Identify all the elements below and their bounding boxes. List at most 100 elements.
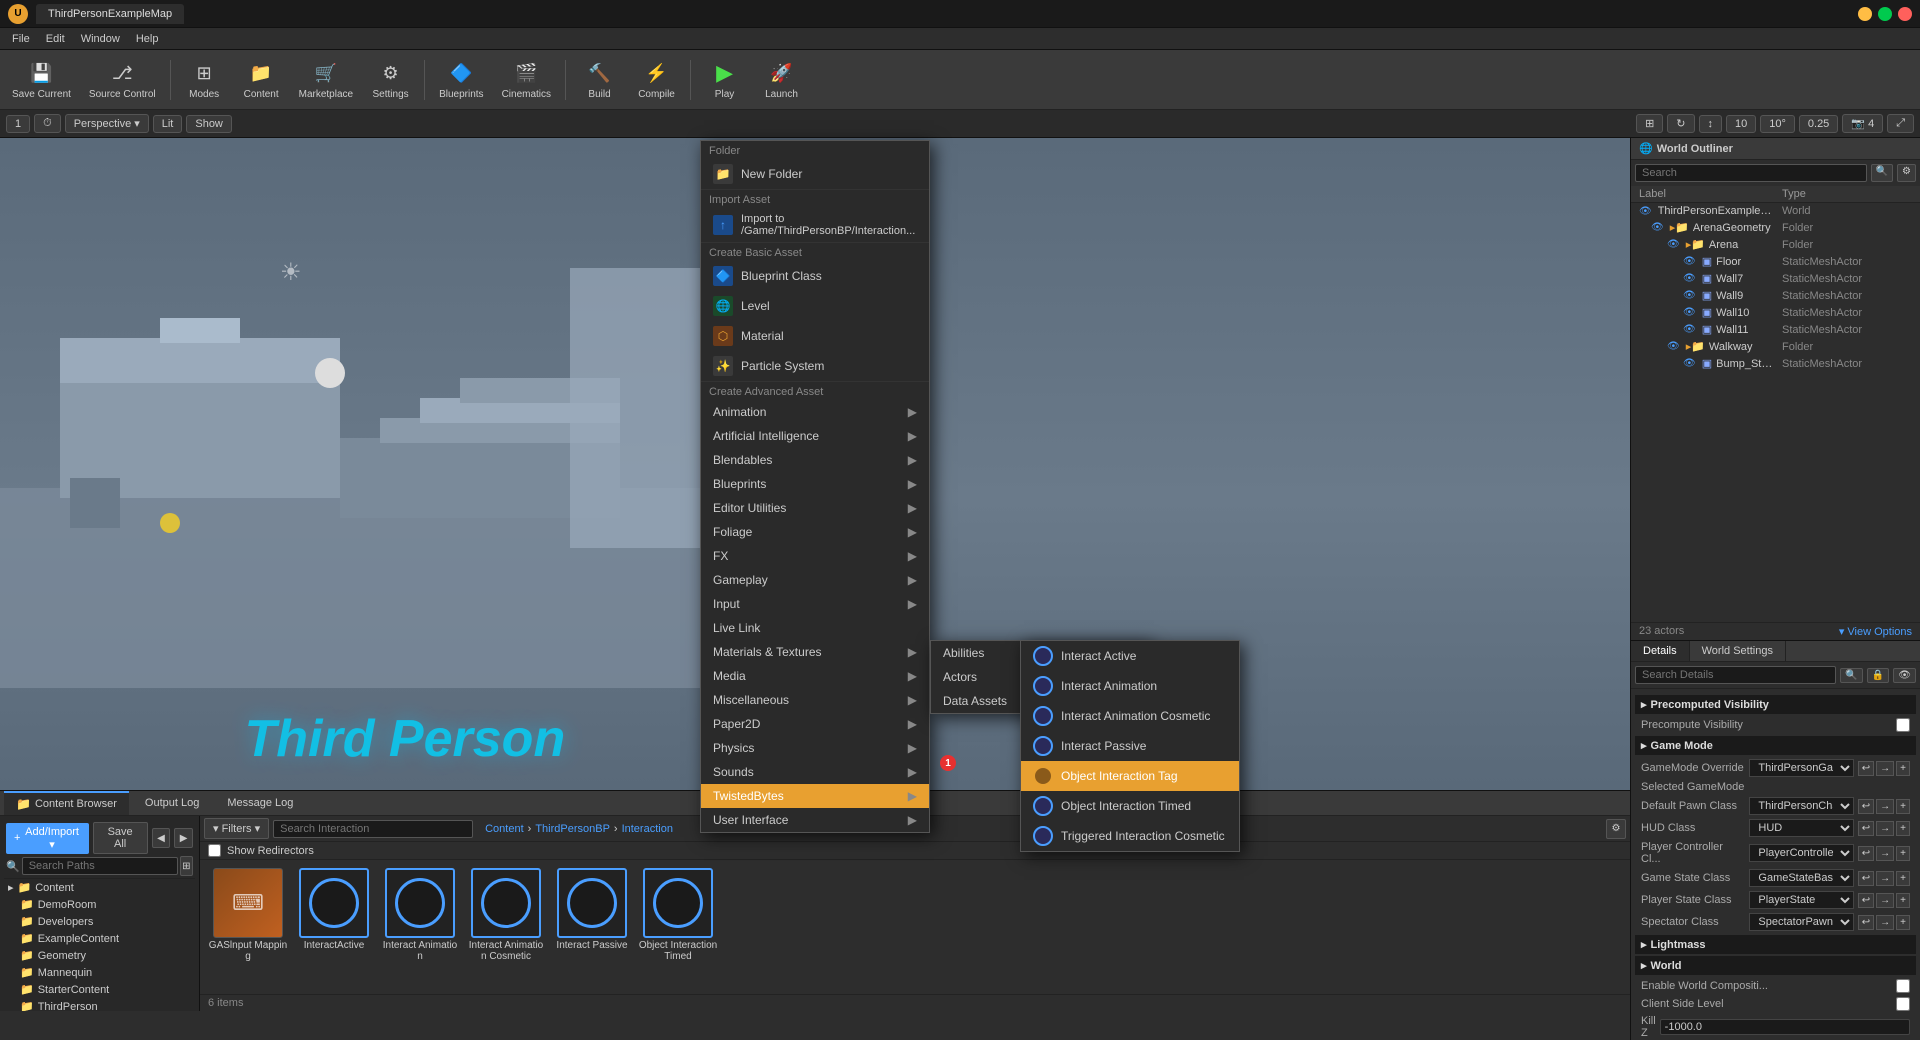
outliner-search-input[interactable] <box>1635 164 1867 182</box>
sub-sub-interact-animation-cosmetic[interactable]: Interact Animation Cosmetic <box>1021 701 1239 731</box>
asset-item-interact-animation[interactable]: Interact Animation <box>380 868 460 962</box>
spec-browse-btn[interactable]: → <box>1876 915 1894 930</box>
ctx-materials-textures[interactable]: Materials & Textures ▶ <box>701 640 929 664</box>
player-controller-dropdown[interactable]: PlayerController <box>1749 844 1853 862</box>
cb-search-input[interactable] <box>273 820 473 838</box>
asset-item-gasinput[interactable]: ⌨ GASlnput Mapping <box>208 868 288 962</box>
settings-button[interactable]: ⚙ Settings <box>363 54 418 106</box>
ctx-animation[interactable]: Animation ▶ <box>701 400 929 424</box>
hud-dropdown[interactable]: HUD <box>1749 819 1853 837</box>
ctx-sounds[interactable]: Sounds ▶ <box>701 760 929 784</box>
blueprints-button[interactable]: 🔷 Blueprints <box>431 54 491 106</box>
show-redirectors-checkbox[interactable] <box>208 844 221 857</box>
folder-developers[interactable]: 📁 Developers <box>4 913 195 930</box>
tab-content-browser[interactable]: 📁 Content Browser <box>4 791 129 815</box>
ctx-paper2d[interactable]: Paper2D ▶ <box>701 712 929 736</box>
window-minimize-button[interactable] <box>1858 7 1872 21</box>
realtime-btn[interactable]: ⏱ <box>34 114 61 133</box>
outliner-item-wall11[interactable]: 👁 ▣ Wall11 StaticMeshActor <box>1631 321 1920 338</box>
sub-sub-interact-animation[interactable]: Interact Animation <box>1021 671 1239 701</box>
outliner-item-wall10[interactable]: 👁 ▣ Wall10 StaticMeshActor <box>1631 304 1920 321</box>
outliner-item-walkway[interactable]: 👁 ▸📁 Walkway Folder <box>1631 338 1920 355</box>
outliner-item-arena[interactable]: 👁 ▸📁 Arena Folder <box>1631 236 1920 253</box>
ctx-blendables[interactable]: Blendables ▶ <box>701 448 929 472</box>
marketplace-button[interactable]: 🛒 Marketplace <box>291 54 361 106</box>
spec-plus-btn[interactable]: + <box>1896 915 1910 930</box>
ctx-physics[interactable]: Physics ▶ <box>701 736 929 760</box>
ctx-artificial-intelligence[interactable]: Artificial Intelligence ▶ <box>701 424 929 448</box>
hud-browse-btn[interactable]: → <box>1876 821 1894 836</box>
game-state-dropdown[interactable]: GameStateBase <box>1749 869 1853 887</box>
pc-plus-btn[interactable]: + <box>1896 846 1910 861</box>
play-button[interactable]: ▶ Play <box>697 54 752 106</box>
compile-button[interactable]: ⚡ Compile <box>629 54 684 106</box>
camera-speed-btn[interactable]: 📷 4 <box>1842 114 1883 133</box>
tab-details[interactable]: Details <box>1631 641 1690 661</box>
gamemode-reset-btn[interactable]: ↩ <box>1858 761 1874 776</box>
pawn-browse-btn[interactable]: → <box>1876 799 1894 814</box>
world-composition-checkbox[interactable] <box>1896 979 1910 993</box>
default-pawn-dropdown[interactable]: ThirdPersonCharacte... <box>1749 797 1853 815</box>
gs-plus-btn[interactable]: + <box>1896 871 1910 886</box>
ctx-import[interactable]: ↑ Import to /Game/ThirdPersonBP/Interact… <box>701 208 929 242</box>
outliner-search-btn[interactable]: 🔍 <box>1871 164 1893 182</box>
ctx-gameplay[interactable]: Gameplay ▶ <box>701 568 929 592</box>
tab-message-log[interactable]: Message Log <box>215 793 305 813</box>
outliner-item-bump[interactable]: 👁 ▣ Bump_StaticMesh StaticMeshActor <box>1631 355 1920 372</box>
pawn-reset-btn[interactable]: ↩ <box>1858 799 1874 814</box>
section-lightmass[interactable]: ▸ Lightmass <box>1635 935 1916 954</box>
gamemode-browse-btn[interactable]: → <box>1876 761 1894 776</box>
cinematics-button[interactable]: 🎬 Cinematics <box>494 54 559 106</box>
details-eye-btn[interactable]: 👁 <box>1893 668 1916 683</box>
grid-size-btn[interactable]: 10 <box>1726 115 1756 133</box>
kill-z-input[interactable] <box>1660 1019 1910 1035</box>
asset-item-object-interaction-timed[interactable]: Object Interaction Timed <box>638 868 718 962</box>
rotation-snap-btn[interactable]: ↻ <box>1667 114 1694 133</box>
folder-third-person[interactable]: 📁 ThirdPerson <box>4 998 195 1011</box>
folder-example-content[interactable]: 📁 ExampleContent <box>4 930 195 947</box>
section-precomputed-visibility[interactable]: ▸ Precomputed Visibility <box>1635 695 1916 714</box>
details-lock-btn[interactable]: 🔒 <box>1867 668 1889 683</box>
sub-sub-object-interaction-timed[interactable]: Object Interaction Timed <box>1021 791 1239 821</box>
zoom-btn[interactable]: 0.25 <box>1799 115 1838 133</box>
precompute-checkbox[interactable] <box>1896 718 1910 732</box>
ctx-foliage[interactable]: Foliage ▶ <box>701 520 929 544</box>
ctx-blueprints[interactable]: Blueprints ▶ <box>701 472 929 496</box>
maximize-viewport-btn[interactable]: ⤢ <box>1887 114 1914 133</box>
ctx-material[interactable]: ⬡ Material <box>701 321 929 351</box>
pawn-plus-btn[interactable]: + <box>1896 799 1910 814</box>
grid-snap-btn[interactable]: ⊞ <box>1636 114 1663 133</box>
menu-file[interactable]: File <box>4 31 38 47</box>
folder-mannequin[interactable]: 📁 Mannequin <box>4 964 195 981</box>
outliner-item-floor[interactable]: 👁 ▣ Floor StaticMeshActor <box>1631 253 1920 270</box>
ctx-miscellaneous[interactable]: Miscellaneous ▶ <box>701 688 929 712</box>
build-button[interactable]: 🔨 Build <box>572 54 627 106</box>
folder-geometry[interactable]: 📁 Geometry <box>4 947 195 964</box>
asset-item-interact-active[interactable]: InteractActive <box>294 868 374 962</box>
folder-starter-content[interactable]: 📁 StarterContent <box>4 981 195 998</box>
perspective-btn[interactable]: Perspective ▾ <box>65 114 149 133</box>
outliner-item-root[interactable]: 👁 ThirdPersonExampleMap (Editor) World <box>1631 203 1920 219</box>
breadcrumb-third-person-bp[interactable]: ThirdPersonBP <box>535 823 610 835</box>
tab-world-settings[interactable]: World Settings <box>1690 641 1786 661</box>
hud-plus-btn[interactable]: + <box>1896 821 1910 836</box>
asset-item-interact-animation-cosmetic[interactable]: Interact Animation Cosmetic <box>466 868 546 962</box>
ps-reset-btn[interactable]: ↩ <box>1858 893 1874 908</box>
nav-forward-btn[interactable]: ▶ <box>174 828 193 848</box>
section-game-mode[interactable]: ▸ Game Mode <box>1635 736 1916 755</box>
outliner-settings-btn[interactable]: ⚙ <box>1897 164 1916 182</box>
sub-sub-object-interaction-tag[interactable]: Object Interaction Tag <box>1021 761 1239 791</box>
menu-window[interactable]: Window <box>73 31 128 47</box>
ctx-editor-utilities[interactable]: Editor Utilities ▶ <box>701 496 929 520</box>
viewport-type-btn[interactable]: 1 <box>6 115 30 133</box>
nav-back-btn[interactable]: ◀ <box>152 828 171 848</box>
ctx-input[interactable]: Input ▶ <box>701 592 929 616</box>
sub-sub-interact-active[interactable]: Interact Active <box>1021 641 1239 671</box>
details-search-btn[interactable]: 🔍 <box>1840 668 1862 683</box>
outliner-item-arena-geometry[interactable]: 👁 ▸📁 ArenaGeometry Folder <box>1631 219 1920 236</box>
add-import-button[interactable]: + Add/Import ▾ <box>6 823 89 854</box>
asset-item-interact-passive[interactable]: Interact Passive <box>552 868 632 962</box>
cb-extra-btn[interactable]: ⚙ <box>1606 819 1626 839</box>
client-side-checkbox[interactable] <box>1896 997 1910 1011</box>
ctx-particle[interactable]: ✨ Particle System <box>701 351 929 381</box>
